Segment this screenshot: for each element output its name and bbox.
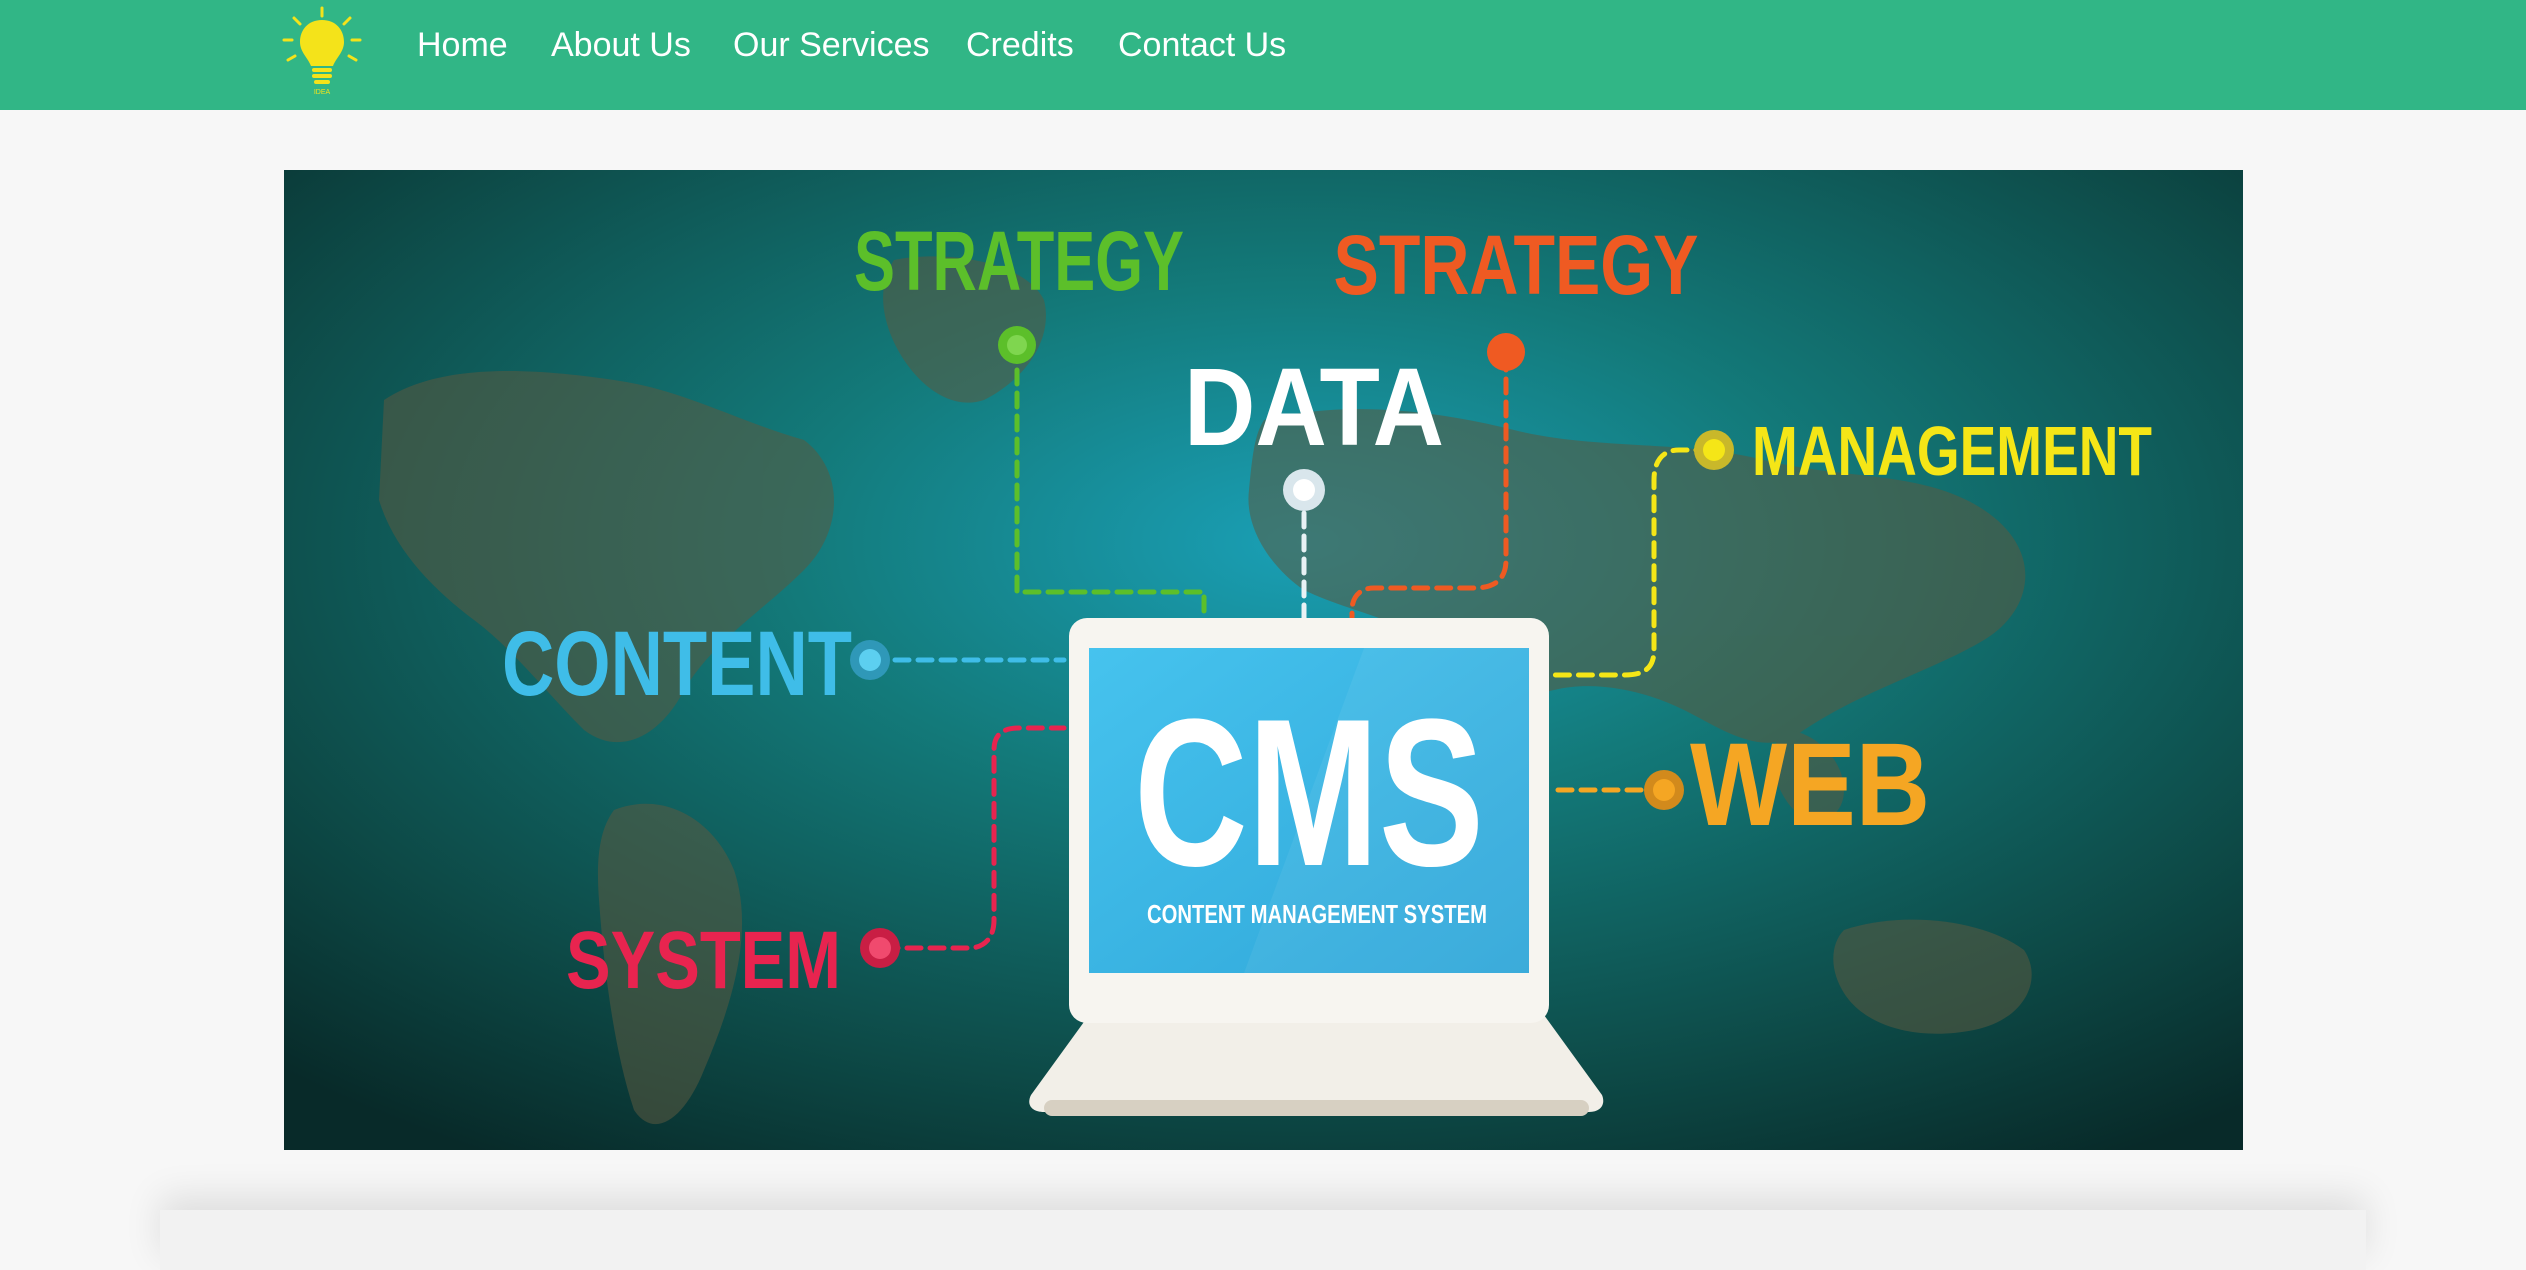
label-data: DATA [1184,346,1444,469]
logo-caption: IDEA [314,89,331,96]
screen-title-cms: CMS [1134,675,1484,910]
nav-about-us[interactable]: About Us [551,26,691,65]
label-system: SYSTEM [566,915,841,1006]
dot-strategy-right [1487,333,1525,371]
lightbulb-logo[interactable]: IDEA [280,6,364,96]
hero-banner: STRATEGY STRATEGY DATA MANAGEMENT CONTEN… [284,170,2243,1150]
label-management: MANAGEMENT [1752,412,2152,490]
nav-contact-us[interactable]: Contact Us [1118,26,1286,65]
label-strategy-right: STRATEGY [1334,218,1699,312]
label-content: CONTENT [502,613,852,715]
screen-subtitle: CONTENT MANAGEMENT SYSTEM [1147,899,1487,929]
lightbulb-icon: IDEA [282,6,362,96]
content-panel [160,1210,2366,1270]
navbar: IDEA Home About Us Our Services Credits … [0,0,2526,110]
label-web: WEB [1690,719,1930,851]
cms-illustration: STRATEGY STRATEGY DATA MANAGEMENT CONTEN… [284,170,2243,1150]
label-strategy-left: STRATEGY [854,214,1184,308]
laptop-illustration: CMS CONTENT MANAGEMENT SYSTEM [1029,618,1604,1116]
nav-our-services[interactable]: Our Services [733,26,930,65]
nav-credits[interactable]: Credits [966,26,1074,65]
nav-home[interactable]: Home [417,26,508,65]
